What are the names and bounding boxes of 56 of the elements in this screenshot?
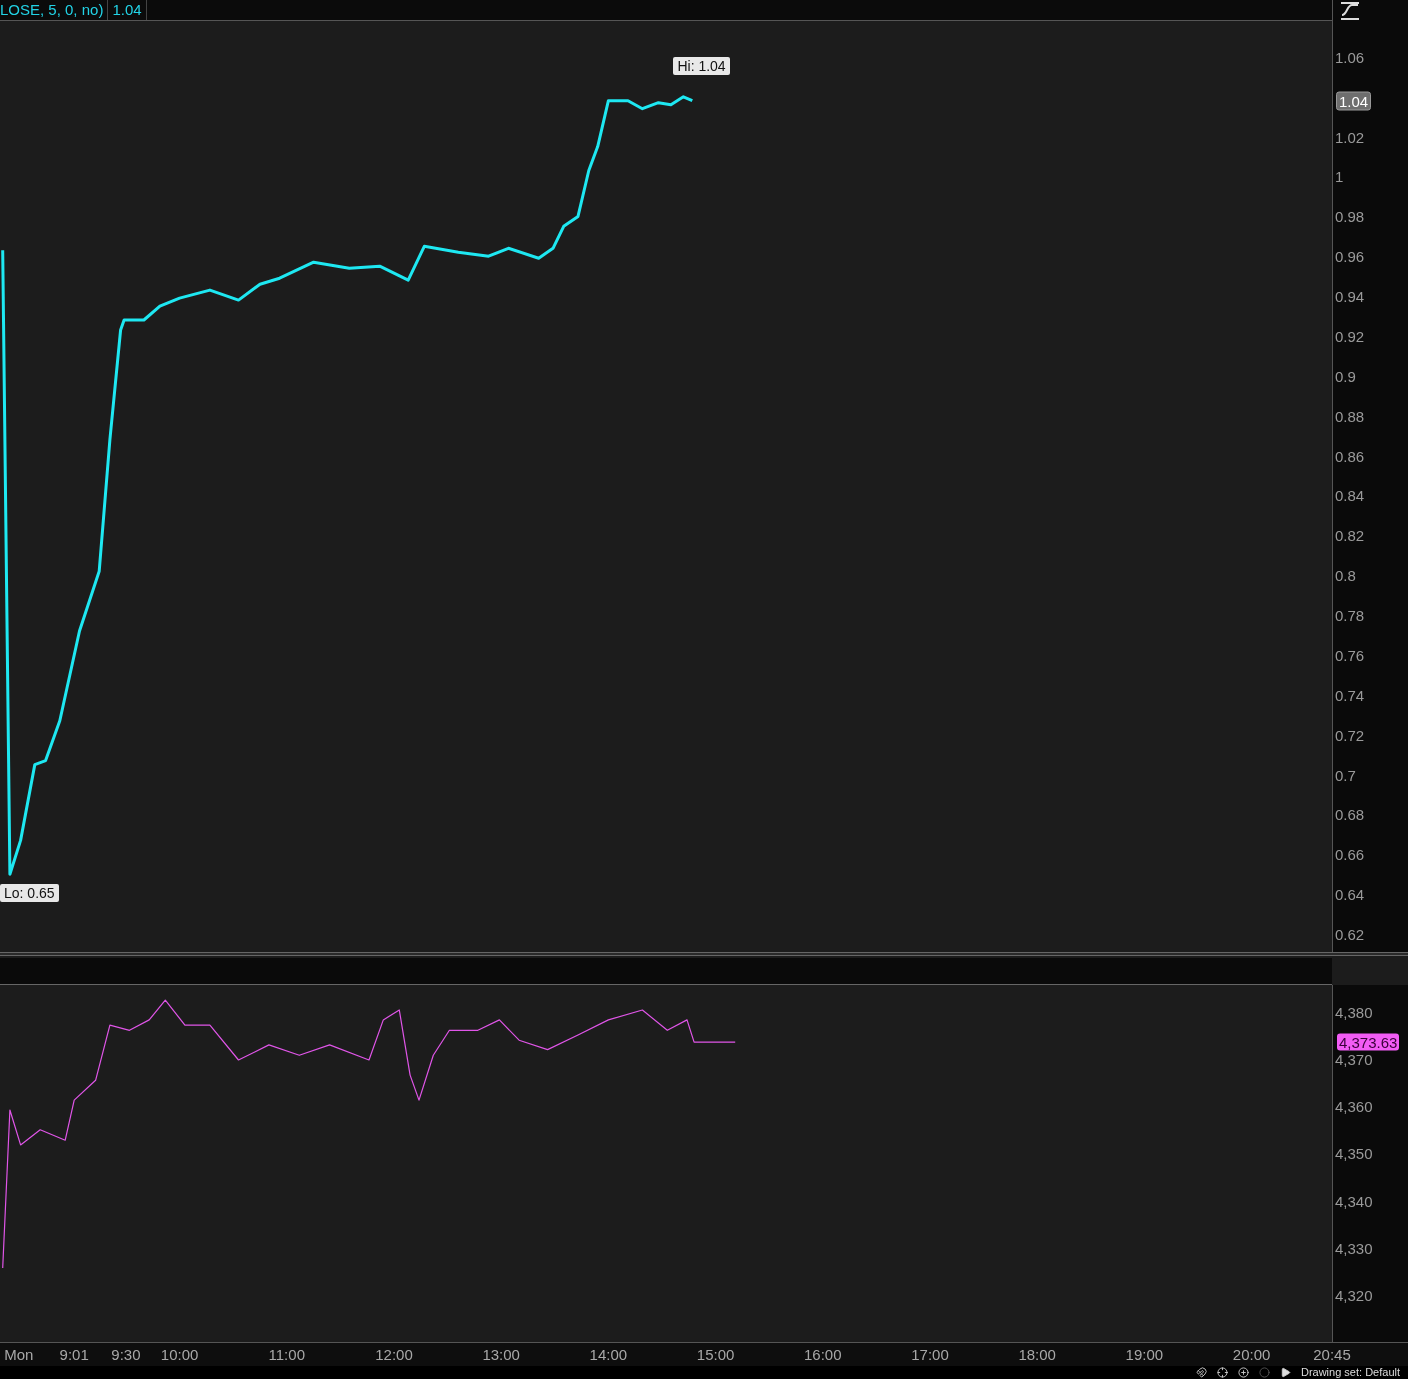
- axis-label: 4,320: [1335, 1287, 1373, 1303]
- curve-icon[interactable]: [1339, 0, 1361, 21]
- axis-label: 0.92: [1335, 328, 1365, 344]
- drawing-set-label[interactable]: Drawing set: Default: [1300, 1366, 1400, 1379]
- axis-label: 0.72: [1335, 727, 1365, 743]
- axis-label: 0.76: [1335, 647, 1365, 663]
- axis-label: 4,340: [1335, 1193, 1373, 1208]
- axis-label: 4,380: [1335, 1004, 1373, 1020]
- zoom-in-icon[interactable]: [1237, 1367, 1249, 1378]
- time-label: 19:00: [1125, 1346, 1164, 1364]
- axis-label: 4,370: [1335, 1051, 1373, 1067]
- axis-label: 0.7: [1335, 767, 1356, 783]
- axis-label: 0.62: [1335, 926, 1365, 942]
- axis-label: 0.64: [1335, 886, 1365, 902]
- play-icon[interactable]: [1279, 1367, 1291, 1378]
- axis-label: 0.68: [1335, 806, 1365, 822]
- axis-label: 0.98: [1335, 208, 1365, 224]
- axis-label: 0.78: [1335, 607, 1365, 623]
- time-label: 12:00: [375, 1346, 413, 1364]
- price-tag: 4,373.63: [1337, 1033, 1400, 1051]
- time-label: 20:45: [1313, 1346, 1351, 1364]
- axis-label: 4,360: [1335, 1098, 1373, 1114]
- price-tag: 1.04: [1336, 91, 1372, 111]
- axis-label: 0.96: [1335, 248, 1365, 264]
- price-callout: Lo: 0.65: [0, 884, 59, 903]
- study-value: 1.04: [108, 0, 147, 20]
- time-label: 13:00: [482, 1346, 520, 1364]
- crosshair-icon[interactable]: [1216, 1367, 1228, 1378]
- time-label: 17:00: [911, 1346, 949, 1364]
- time-label: Mon: [4, 1346, 34, 1364]
- time-label: 11:00: [268, 1346, 305, 1364]
- axis-label: 0.88: [1335, 408, 1365, 424]
- axis-label: 0.94: [1335, 288, 1365, 304]
- time-label: 10:00: [160, 1346, 199, 1364]
- time-label: 20:00: [1232, 1346, 1271, 1364]
- axis-label: 0.74: [1335, 687, 1365, 703]
- time-label: 18:00: [1018, 1346, 1056, 1364]
- time-label: 15:00: [696, 1346, 735, 1364]
- axis-label: 0.8: [1335, 567, 1356, 583]
- price-callout: Hi: 1.04: [673, 56, 730, 75]
- magnet-icon[interactable]: [1195, 1367, 1207, 1378]
- axis-label: 0.82: [1335, 527, 1365, 543]
- time-label: 14:00: [589, 1346, 628, 1364]
- time-label: 9:30: [111, 1346, 141, 1364]
- axis-label: 0.86: [1335, 448, 1365, 464]
- time-label: 9:01: [59, 1346, 89, 1364]
- axis-label: 4,350: [1335, 1145, 1373, 1161]
- axis-label: 1: [1335, 169, 1344, 184]
- axis-label: 0.66: [1335, 846, 1365, 862]
- axis-label: 1.06: [1335, 49, 1365, 65]
- study-label: LOSE, 5, 0, no): [0, 0, 109, 20]
- time-label: 16:00: [804, 1346, 842, 1364]
- axis-label: 0.9: [1335, 368, 1356, 384]
- axis-label: 1.02: [1335, 129, 1365, 145]
- axis-label: 0.84: [1335, 487, 1365, 503]
- axis-label: 4,330: [1335, 1240, 1373, 1256]
